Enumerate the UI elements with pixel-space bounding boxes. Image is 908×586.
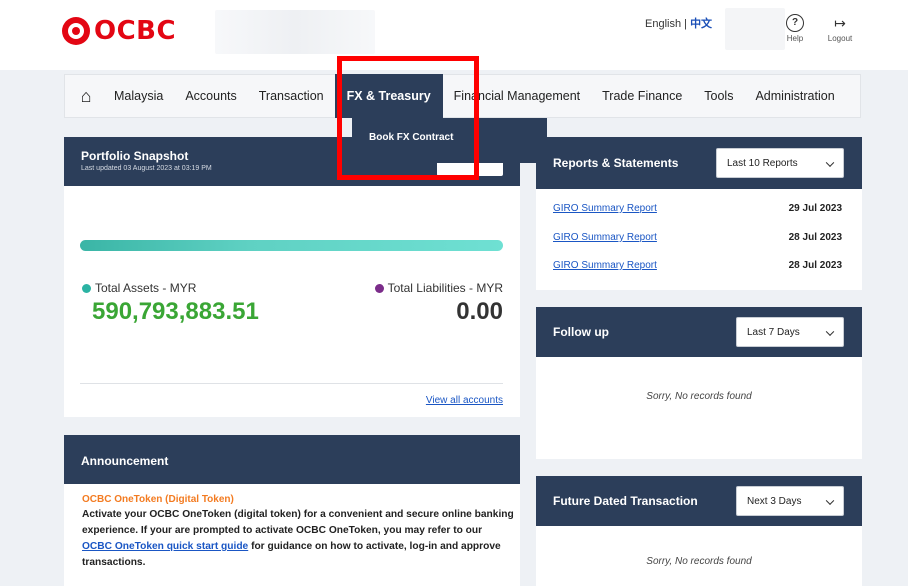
logout-arrow-icon: ↦: [834, 15, 846, 31]
announcement-body: Activate your OCBC OneToken (digital tok…: [82, 507, 514, 571]
reports-header: Reports & Statements Last 10 Reports: [536, 137, 862, 189]
lang-english-link[interactable]: English: [645, 18, 681, 30]
reports-filter-select[interactable]: Last 10 Reports: [716, 148, 844, 178]
logo-text: OCBC: [94, 16, 177, 46]
blurred-region: [215, 10, 375, 54]
followup-header: Follow up Last 7 Days: [536, 307, 862, 357]
followup-empty-message: Sorry, No records found: [646, 391, 752, 402]
total-liabilities-legend: Total Liabilities - MYR: [374, 281, 503, 295]
portfolio-divider: [80, 383, 503, 384]
ocbc-logo[interactable]: OCBC: [62, 16, 176, 46]
future-empty-message: Sorry, No records found: [646, 556, 752, 567]
announcement-title: Announcement: [81, 454, 169, 468]
chevron-down-icon: [825, 496, 835, 505]
announcement-item-title: OCBC OneToken (Digital Token): [82, 494, 234, 505]
portfolio-updated: Last updated 03 August 2023 at 03:19 PM: [81, 165, 212, 172]
chevron-down-icon: [825, 327, 835, 336]
total-assets-value: 590,793,883.51: [92, 298, 259, 325]
total-liabilities-value: 0.00: [456, 298, 503, 325]
view-all-accounts-wrap: View all accounts: [426, 390, 503, 408]
question-circle-icon: ?: [786, 14, 804, 32]
blurred-region-2: [725, 8, 785, 50]
portfolio-title: Portfolio Snapshot: [81, 149, 189, 163]
nav-accounts[interactable]: Accounts: [174, 74, 247, 118]
followup-filter-value: Last 7 Days: [747, 326, 800, 338]
logout-button[interactable]: ↦ Logout: [825, 14, 855, 43]
future-dated-card: Future Dated Transaction Next 3 Days Sor…: [536, 476, 862, 586]
report-row: GIRO Summary Report 28 Jul 2023: [553, 232, 842, 248]
nav-tools[interactable]: Tools: [693, 74, 744, 118]
total-assets-legend: Total Assets - MYR: [82, 281, 196, 295]
total-liabilities-label: Total Liabilities - MYR: [387, 281, 503, 295]
assets-dot: [82, 283, 91, 293]
announcement-body-before: Activate your OCBC OneToken (digital tok…: [82, 509, 514, 536]
logout-label: Logout: [827, 34, 853, 43]
nav-malaysia[interactable]: Malaysia: [103, 74, 174, 118]
report-date: 29 Jul 2023: [788, 203, 842, 214]
followup-filter-select[interactable]: Last 7 Days: [736, 317, 844, 347]
followup-card: Follow up Last 7 Days Sorry, No records …: [536, 307, 862, 459]
view-all-accounts-link[interactable]: View all accounts: [426, 395, 503, 406]
future-dated-title: Future Dated Transaction: [553, 494, 698, 508]
reports-title: Reports & Statements: [553, 156, 679, 170]
reports-filter-value: Last 10 Reports: [727, 157, 798, 169]
highlight-box: [337, 56, 479, 180]
future-dated-header: Future Dated Transaction Next 3 Days: [536, 476, 862, 526]
home-icon[interactable]: ⌂: [69, 74, 103, 118]
language-switch: English | 中文: [645, 15, 712, 31]
future-filter-select[interactable]: Next 3 Days: [736, 486, 844, 516]
future-filter-value: Next 3 Days: [747, 495, 802, 507]
report-link[interactable]: GIRO Summary Report: [553, 260, 657, 271]
report-row: GIRO Summary Report 28 Jul 2023: [553, 260, 842, 276]
liabilities-dot: [374, 283, 384, 293]
total-assets-label: Total Assets - MYR: [95, 281, 197, 295]
assets-progress-bar: [80, 240, 503, 251]
followup-title: Follow up: [553, 325, 609, 339]
nav-administration[interactable]: Administration: [744, 74, 845, 118]
report-date: 28 Jul 2023: [788, 232, 842, 243]
report-link[interactable]: GIRO Summary Report: [553, 203, 657, 214]
lang-separator: |: [684, 18, 687, 30]
report-date: 28 Jul 2023: [788, 260, 842, 271]
report-row: GIRO Summary Report 29 Jul 2023: [553, 203, 842, 219]
nav-transaction[interactable]: Transaction: [248, 74, 335, 118]
ocbc-logo-icon: [62, 17, 90, 45]
chevron-down-icon: [825, 158, 835, 167]
help-label: Help: [786, 34, 804, 43]
announcement-header: Announcement: [64, 435, 520, 484]
lang-chinese-link[interactable]: 中文: [690, 18, 712, 30]
help-button[interactable]: ? Help: [780, 14, 810, 43]
nav-trade-finance[interactable]: Trade Finance: [591, 74, 693, 118]
onetoken-guide-link[interactable]: OCBC OneToken quick start guide: [82, 541, 248, 552]
report-link[interactable]: GIRO Summary Report: [553, 232, 657, 243]
